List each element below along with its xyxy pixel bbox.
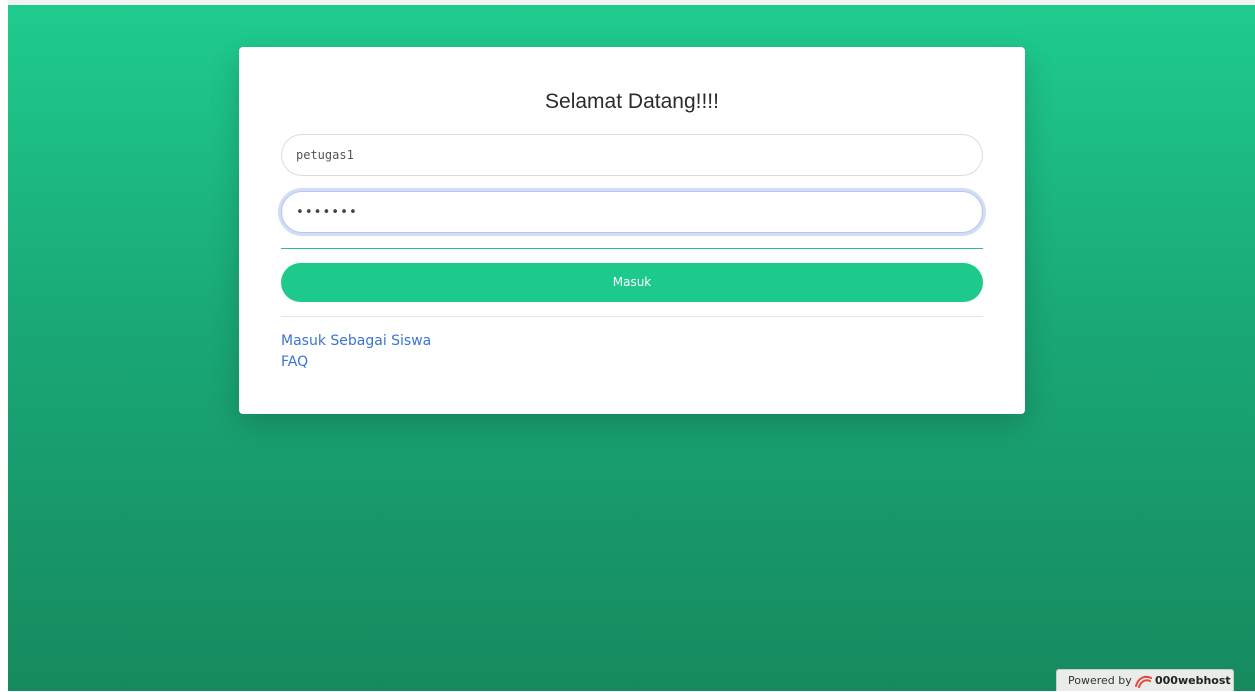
divider — [281, 248, 983, 249]
powered-by-badge[interactable]: Powered by 000webhost — [1056, 669, 1234, 691]
000webhost-logo-icon — [1135, 675, 1152, 688]
password-mask: ••••••• — [296, 205, 358, 220]
username-field[interactable]: petugas1 — [281, 134, 983, 176]
left-strip — [0, 0, 8, 691]
brand-name: 000webhost — [1155, 674, 1231, 687]
divider — [281, 316, 983, 317]
student-login-link[interactable]: Masuk Sebagai Siswa — [281, 333, 431, 349]
page-title: Selamat Datang!!!! — [545, 90, 719, 113]
login-card: Selamat Datang!!!! petugas1 ••••••• Masu… — [239, 47, 1025, 414]
faq-link[interactable]: FAQ — [281, 354, 308, 370]
powered-by-text: Powered by — [1068, 674, 1132, 687]
username-value: petugas1 — [296, 148, 354, 162]
password-field[interactable]: ••••••• — [281, 191, 983, 233]
login-button[interactable]: Masuk — [281, 263, 983, 302]
